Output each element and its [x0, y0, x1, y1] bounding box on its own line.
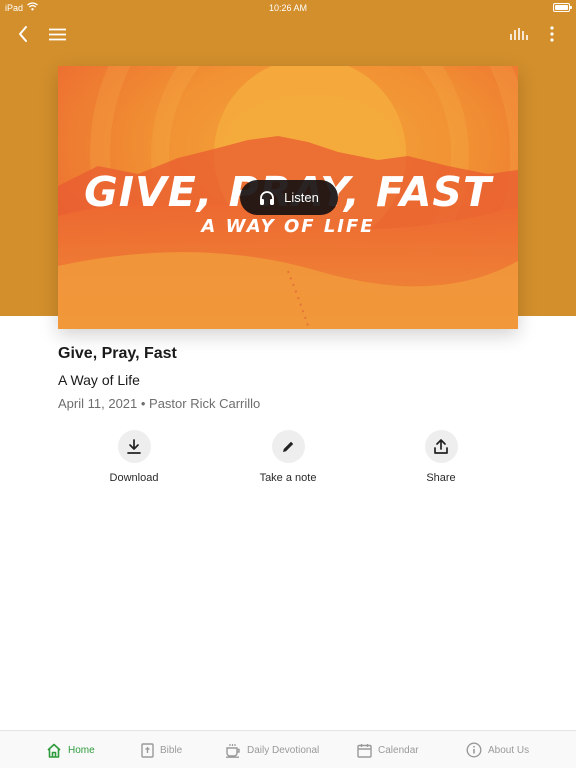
coffee-cup-icon [226, 743, 240, 758]
sermon-title: Give, Pray, Fast [58, 345, 177, 362]
share-icon [434, 439, 448, 454]
top-nav [0, 18, 576, 50]
sermon-date-speaker: April 11, 2021 • Pastor Rick Carrillo [58, 396, 261, 411]
chevron-left-icon [19, 26, 27, 42]
sermon-artwork: GIVE, PRAY, FAST A WAY OF LIFE Listen [58, 66, 518, 329]
hamburger-menu-icon [48, 28, 66, 40]
tab-bible[interactable]: Bible [141, 731, 182, 768]
tab-about-us[interactable]: About Us [466, 731, 529, 768]
bible-icon [141, 742, 154, 758]
share-button[interactable]: Share [381, 430, 501, 484]
status-bar: iPad 10:26 AM [0, 0, 576, 16]
sermon-series: A Way of Life [58, 372, 140, 388]
listen-label: Listen [284, 190, 319, 205]
note-icon-circle [271, 430, 305, 463]
share-label: Share [426, 472, 456, 484]
tab-home-label: Home [68, 744, 95, 756]
status-time: 10:26 AM [268, 3, 308, 13]
calendar-icon [357, 743, 372, 758]
download-icon [127, 439, 141, 454]
tab-calendar[interactable]: Calendar [357, 731, 419, 768]
tab-about-us-label: About Us [488, 744, 530, 756]
tab-calendar-label: Calendar [378, 744, 419, 756]
share-icon-circle [424, 430, 458, 463]
back-button[interactable] [7, 18, 39, 50]
download-button[interactable]: Download [74, 430, 194, 484]
bottom-tab-bar: Home Bible Daily Devotional Calendar Abo… [0, 730, 576, 768]
listen-button[interactable]: Listen [240, 180, 338, 215]
home-icon [47, 743, 61, 758]
tab-bible-label: Bible [160, 744, 183, 756]
tab-daily-devotional-label: Daily Devotional [247, 744, 320, 756]
battery-icon [553, 3, 572, 12]
pencil-icon [283, 441, 294, 452]
info-icon [466, 742, 482, 758]
take-note-button[interactable]: Take a note [228, 430, 348, 484]
menu-button[interactable] [41, 18, 73, 50]
artwork-subtitle: A WAY OF LIFE [201, 216, 375, 237]
download-icon-circle [117, 430, 151, 463]
more-options-button[interactable] [536, 18, 568, 50]
audio-levels-button[interactable] [503, 18, 535, 50]
tab-home[interactable]: Home [46, 731, 95, 768]
headphones-icon [260, 191, 275, 205]
download-label: Download [109, 472, 159, 484]
tab-daily-devotional[interactable]: Daily Devotional [225, 731, 319, 768]
more-vertical-icon [550, 26, 554, 42]
take-note-label: Take a note [259, 472, 317, 484]
audio-levels-icon [510, 28, 528, 40]
